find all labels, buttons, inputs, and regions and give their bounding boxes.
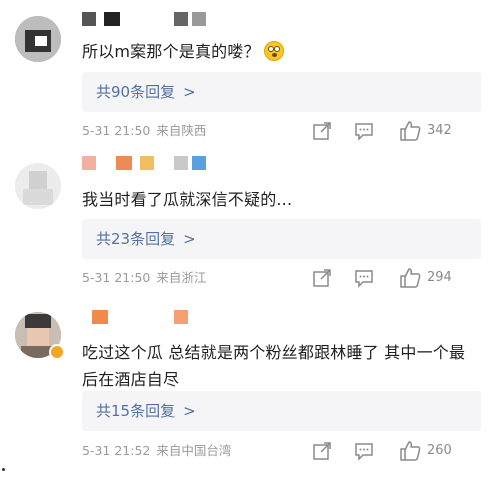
replies-count-label: 共15条回复 xyxy=(96,402,176,420)
replies-link[interactable]: 共15条回复 > xyxy=(82,391,481,431)
avatar[interactable] xyxy=(15,163,61,209)
share-icon[interactable] xyxy=(311,267,333,289)
share-icon[interactable] xyxy=(311,440,333,462)
verified-badge-icon xyxy=(49,344,65,360)
comment-icon[interactable] xyxy=(353,440,375,462)
stray-dot xyxy=(2,468,5,471)
chevron-right-icon: > xyxy=(183,402,196,420)
like-icon[interactable] xyxy=(399,267,421,289)
comment-actions: 260 xyxy=(311,440,481,462)
like-count: 260 xyxy=(427,443,452,458)
comment-icon[interactable] xyxy=(353,267,375,289)
location-label: 来自陕西 xyxy=(156,123,207,138)
avatar[interactable] xyxy=(15,16,61,62)
comment-text-content: 我当时看了瓜就深信不疑的... xyxy=(82,190,293,209)
timestamp: 5-31 21:50 xyxy=(82,270,151,285)
replies-link[interactable]: 共90条回复 > xyxy=(82,72,481,112)
location-label: 来自浙江 xyxy=(156,270,207,285)
share-icon[interactable] xyxy=(311,120,333,142)
comment-icon[interactable] xyxy=(353,120,375,142)
comment-text: 所以m案那个是真的喽？ xyxy=(82,38,481,65)
comment-meta: 5-31 21:52 来自中国台湾 xyxy=(82,442,231,460)
chevron-right-icon: > xyxy=(183,230,196,248)
comment-actions: 294 xyxy=(311,267,481,289)
chevron-right-icon: > xyxy=(183,83,196,101)
comment-text: 我当时看了瓜就深信不疑的... xyxy=(82,186,481,213)
timestamp: 5-31 21:50 xyxy=(82,123,151,138)
timestamp: 5-31 21:52 xyxy=(82,443,151,458)
comment-meta: 5-31 21:50 来自浙江 xyxy=(82,269,206,287)
like-icon[interactable] xyxy=(399,440,421,462)
comment-text-content: 所以m案那个是真的喽？ xyxy=(82,42,260,61)
location-label: 来自中国台湾 xyxy=(156,443,232,458)
replies-link[interactable]: 共23条回复 > xyxy=(82,219,481,259)
comment-actions: 342 xyxy=(311,120,481,142)
replies-count-label: 共90条回复 xyxy=(96,83,176,101)
comment-text: 吃过这个瓜 总结就是两个粉丝都跟林睡了 其中一个最后在酒店自尽 xyxy=(82,339,481,393)
eyes-wide-emoji-icon xyxy=(263,41,284,61)
comment-text-content: 吃过这个瓜 总结就是两个粉丝都跟林睡了 其中一个最后在酒店自尽 xyxy=(82,343,466,389)
like-icon[interactable] xyxy=(399,120,421,142)
replies-count-label: 共23条回复 xyxy=(96,230,176,248)
like-count: 294 xyxy=(427,270,452,285)
comment-meta: 5-31 21:50 来自陕西 xyxy=(82,122,206,140)
like-count: 342 xyxy=(427,123,452,138)
